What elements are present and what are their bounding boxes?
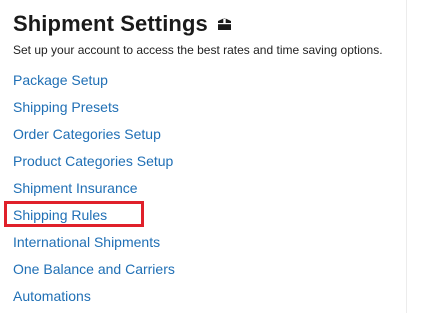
header: Shipment Settings: [13, 10, 233, 38]
shipment-settings-panel: Shipment Settings Set up your account to…: [0, 0, 407, 313]
nav-item-order-categories-setup[interactable]: Order Categories Setup: [13, 122, 175, 149]
nav-item-shipping-presets[interactable]: Shipping Presets: [13, 95, 175, 122]
shipping-rules-highlight: [4, 201, 144, 227]
page-title: Shipment Settings: [13, 11, 208, 36]
nav-item-shipment-insurance[interactable]: Shipment Insurance: [13, 176, 175, 203]
nav-item-package-setup[interactable]: Package Setup: [13, 68, 175, 95]
nav-item-one-balance-and-carriers[interactable]: One Balance and Carriers: [13, 257, 175, 284]
settings-nav: Package Setup Shipping Presets Order Cat…: [13, 68, 175, 311]
page-subtitle: Set up your account to access the best r…: [13, 43, 383, 57]
package-icon: [216, 16, 233, 33]
nav-item-product-categories-setup[interactable]: Product Categories Setup: [13, 149, 175, 176]
nav-item-international-shipments[interactable]: International Shipments: [13, 230, 175, 257]
nav-item-automations[interactable]: Automations: [13, 284, 175, 311]
